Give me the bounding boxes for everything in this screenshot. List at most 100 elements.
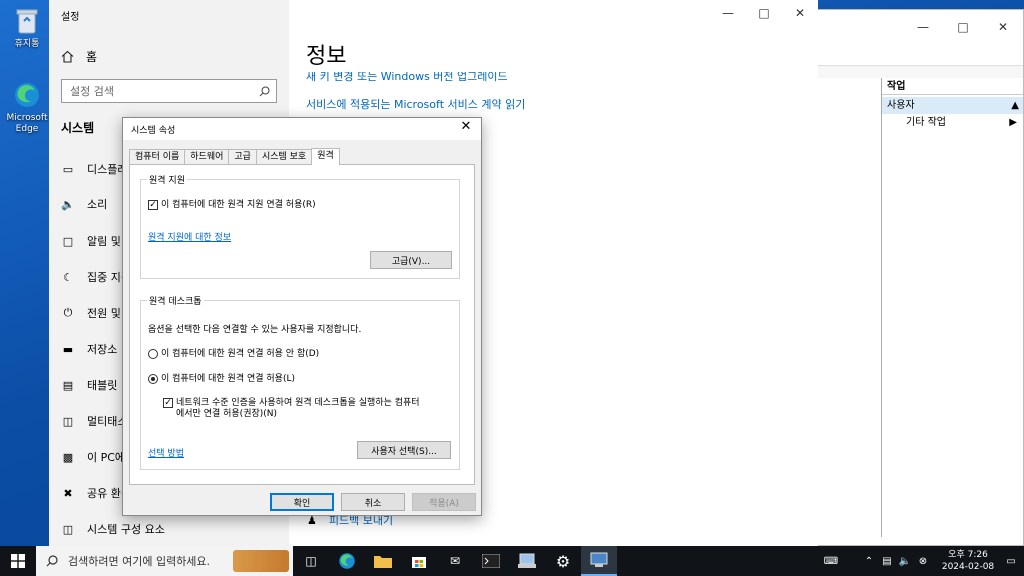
mmc-window-buttons: — □ ✕ — [903, 10, 1023, 44]
remote-desktop-description: 옵션을 선택한 다음 연결할 수 있는 사용자를 지정합니다. — [148, 325, 362, 335]
moon-icon: ☾ — [63, 270, 73, 284]
search-highlight-icon — [233, 550, 289, 572]
remote-assistance-group: 원격 지원 ✓ 이 컴퓨터에 대한 원격 지원 연결 허용(R) 원격 지원에 … — [140, 173, 460, 279]
taskbar-edge-button[interactable] — [329, 546, 365, 576]
recycle-bin-shortcut[interactable]: 휴지통 — [4, 6, 50, 50]
selection-help-link[interactable]: 선택 방법 — [148, 446, 184, 459]
projector-icon: ▩ — [62, 450, 74, 464]
home-icon — [61, 50, 74, 63]
recycle-bin-label: 휴지통 — [14, 39, 40, 49]
page-title: 정보 — [306, 44, 347, 69]
nla-only-label-line1: 네트워크 수준 인증을 사용하여 원격 데스크톱을 실행하는 컴퓨터 — [176, 398, 420, 408]
display-icon: ▭ — [62, 162, 74, 176]
radio-selected-icon — [148, 374, 158, 384]
task-view-button[interactable]: ◫ — [293, 546, 329, 576]
notification-center-icon[interactable]: ▭ — [998, 556, 1024, 567]
mic-off-icon[interactable]: ⊗ — [914, 556, 932, 567]
mmc-maximize-icon[interactable]: □ — [943, 10, 983, 44]
cancel-button[interactable]: 취소 — [341, 493, 405, 511]
search-icon — [259, 86, 270, 96]
sidebar-item-label: 소리 — [87, 198, 108, 211]
edge-icon — [12, 80, 42, 110]
remote-desktop-legend: 원격 데스크톱 — [147, 294, 204, 307]
gear-icon: ⚙ — [555, 551, 571, 571]
allow-remote-connections-label: 이 컴퓨터에 대한 원격 연결 허용(L) — [161, 374, 295, 384]
remote-assistance-legend: 원격 지원 — [147, 173, 187, 186]
taskbar-explorer-button[interactable] — [365, 546, 401, 576]
start-button[interactable] — [0, 546, 36, 576]
settings-search-input[interactable]: 설정 검색 — [61, 79, 277, 103]
show-hidden-icons-icon[interactable]: ⌃ — [860, 556, 878, 567]
remote-tab-panel: 원격 지원 ✓ 이 컴퓨터에 대한 원격 지원 연결 허용(R) 원격 지원에 … — [129, 164, 475, 485]
allow-remote-assistance-checkbox[interactable]: ✓ 이 컴퓨터에 대한 원격 지원 연결 허용(R) — [148, 200, 316, 211]
tab-computer-name[interactable]: 컴퓨터 이름 — [129, 149, 186, 164]
folder-icon — [374, 556, 392, 568]
search-icon — [46, 555, 58, 567]
submenu-arrow-icon: ▶ — [1009, 117, 1017, 128]
actions-header: 작업 — [882, 78, 1023, 95]
tablet-icon: ▤ — [62, 378, 74, 392]
sidebar-item-label: 태블릿 — [87, 379, 118, 392]
power-icon: ⏻ — [63, 306, 73, 319]
remote-desktop-group: 원격 데스크톱 옵션을 선택한 다음 연결할 수 있는 사용자를 지정합니다. … — [140, 294, 460, 470]
clock-time: 오후 7:26 — [948, 550, 988, 560]
multitask-icon: ◫ — [62, 414, 74, 428]
deny-remote-connections-radio[interactable]: 이 컴퓨터에 대한 원격 연결 허용 안 함(D) — [148, 349, 319, 360]
advanced-button[interactable]: 고급(V)... — [370, 251, 452, 269]
task-view-icon: ◫ — [305, 554, 317, 568]
sidebar-item-components[interactable]: ◫ 시스템 구성 요소 — [61, 518, 281, 540]
volume-icon[interactable]: 🔈 — [896, 556, 914, 567]
nla-only-checkbox[interactable]: ✓ 네트워크 수준 인증을 사용하여 원격 데스크톱을 실행하는 컴퓨터 에서만… — [163, 398, 420, 420]
sidebar-home[interactable]: 홈 — [61, 48, 97, 65]
taskbar-system-properties-button[interactable] — [581, 546, 617, 576]
mmc-close-icon[interactable]: ✕ — [983, 10, 1023, 44]
allow-remote-connections-radio[interactable]: 이 컴퓨터에 대한 원격 연결 허용(L) — [148, 374, 295, 385]
checkbox-checked-icon: ✓ — [163, 397, 173, 408]
actions-section-users[interactable]: 사용자 ▲ — [882, 97, 1023, 114]
computer-management-icon — [518, 553, 536, 568]
network-icon[interactable]: ▤ — [878, 556, 896, 567]
notification-icon: □ — [62, 234, 74, 248]
ok-button[interactable]: 확인 — [270, 493, 334, 511]
settings-window-buttons: — □ ✕ — [710, 0, 818, 26]
share-icon: ✖ — [63, 486, 73, 500]
edge-label: Microsoft Edge — [6, 113, 48, 134]
tab-advanced[interactable]: 고급 — [228, 149, 257, 164]
edge-shortcut[interactable]: Microsoft Edge — [4, 80, 50, 135]
dialog-close-icon[interactable]: ✕ — [457, 119, 475, 134]
taskbar-settings-button[interactable]: ⚙ — [545, 546, 581, 576]
taskbar-search-box[interactable]: 검색하려면 여기에 입력하세요. — [36, 546, 293, 576]
system-tray: ⌨ ⌃ ▤ 🔈 ⊗ 오후 7:26 2024-02-08 ▭ — [822, 546, 1024, 576]
taskbar-computer-management-button[interactable] — [509, 546, 545, 576]
dialog-titlebar: 시스템 속성 ✕ — [123, 118, 481, 140]
store-icon — [412, 557, 426, 568]
service-agreement-link[interactable]: 서비스에 적용되는 Microsoft 서비스 계약 읽기 — [306, 96, 525, 112]
upgrade-link[interactable]: 새 키 변경 또는 Windows 버전 업그레이드 — [306, 72, 508, 84]
actions-item-more[interactable]: 기타 작업 ▶ — [882, 114, 1023, 131]
windows-logo-icon — [11, 554, 25, 568]
taskbar-mail-button[interactable]: ✉ — [437, 546, 473, 576]
tab-hardware[interactable]: 하드웨어 — [184, 149, 230, 164]
remote-assistance-info-link[interactable]: 원격 지원에 대한 정보 — [148, 230, 231, 243]
taskbar-terminal-button[interactable] — [473, 546, 509, 576]
tab-system-protection[interactable]: 시스템 보호 — [255, 149, 313, 164]
sidebar-section-system: 시스템 — [61, 121, 95, 135]
nla-only-label-line2: 에서만 연결 허용(권장)(N) — [176, 409, 278, 419]
home-label: 홈 — [86, 50, 98, 64]
mmc-minimize-icon[interactable]: — — [903, 10, 943, 44]
collapse-up-icon: ▲ — [1011, 100, 1019, 111]
terminal-icon — [482, 554, 500, 568]
taskbar-store-button[interactable] — [401, 546, 437, 576]
settings-maximize-icon[interactable]: □ — [746, 0, 782, 26]
sidebar-item-label: 시스템 구성 요소 — [87, 523, 165, 536]
select-users-button[interactable]: 사용자 선택(S)... — [357, 441, 451, 459]
tab-remote[interactable]: 원격 — [311, 148, 340, 165]
settings-app-title: 설정 — [61, 12, 80, 23]
apply-button[interactable]: 적용(A) — [412, 493, 476, 511]
allow-remote-assistance-label: 이 컴퓨터에 대한 원격 지원 연결 허용(R) — [161, 200, 316, 210]
settings-close-icon[interactable]: ✕ — [782, 0, 818, 26]
clock[interactable]: 오후 7:26 2024-02-08 — [938, 549, 998, 573]
settings-search-placeholder: 설정 검색 — [70, 85, 114, 98]
keyboard-layout-icon[interactable]: ⌨ — [822, 556, 840, 567]
settings-minimize-icon[interactable]: — — [710, 0, 746, 26]
